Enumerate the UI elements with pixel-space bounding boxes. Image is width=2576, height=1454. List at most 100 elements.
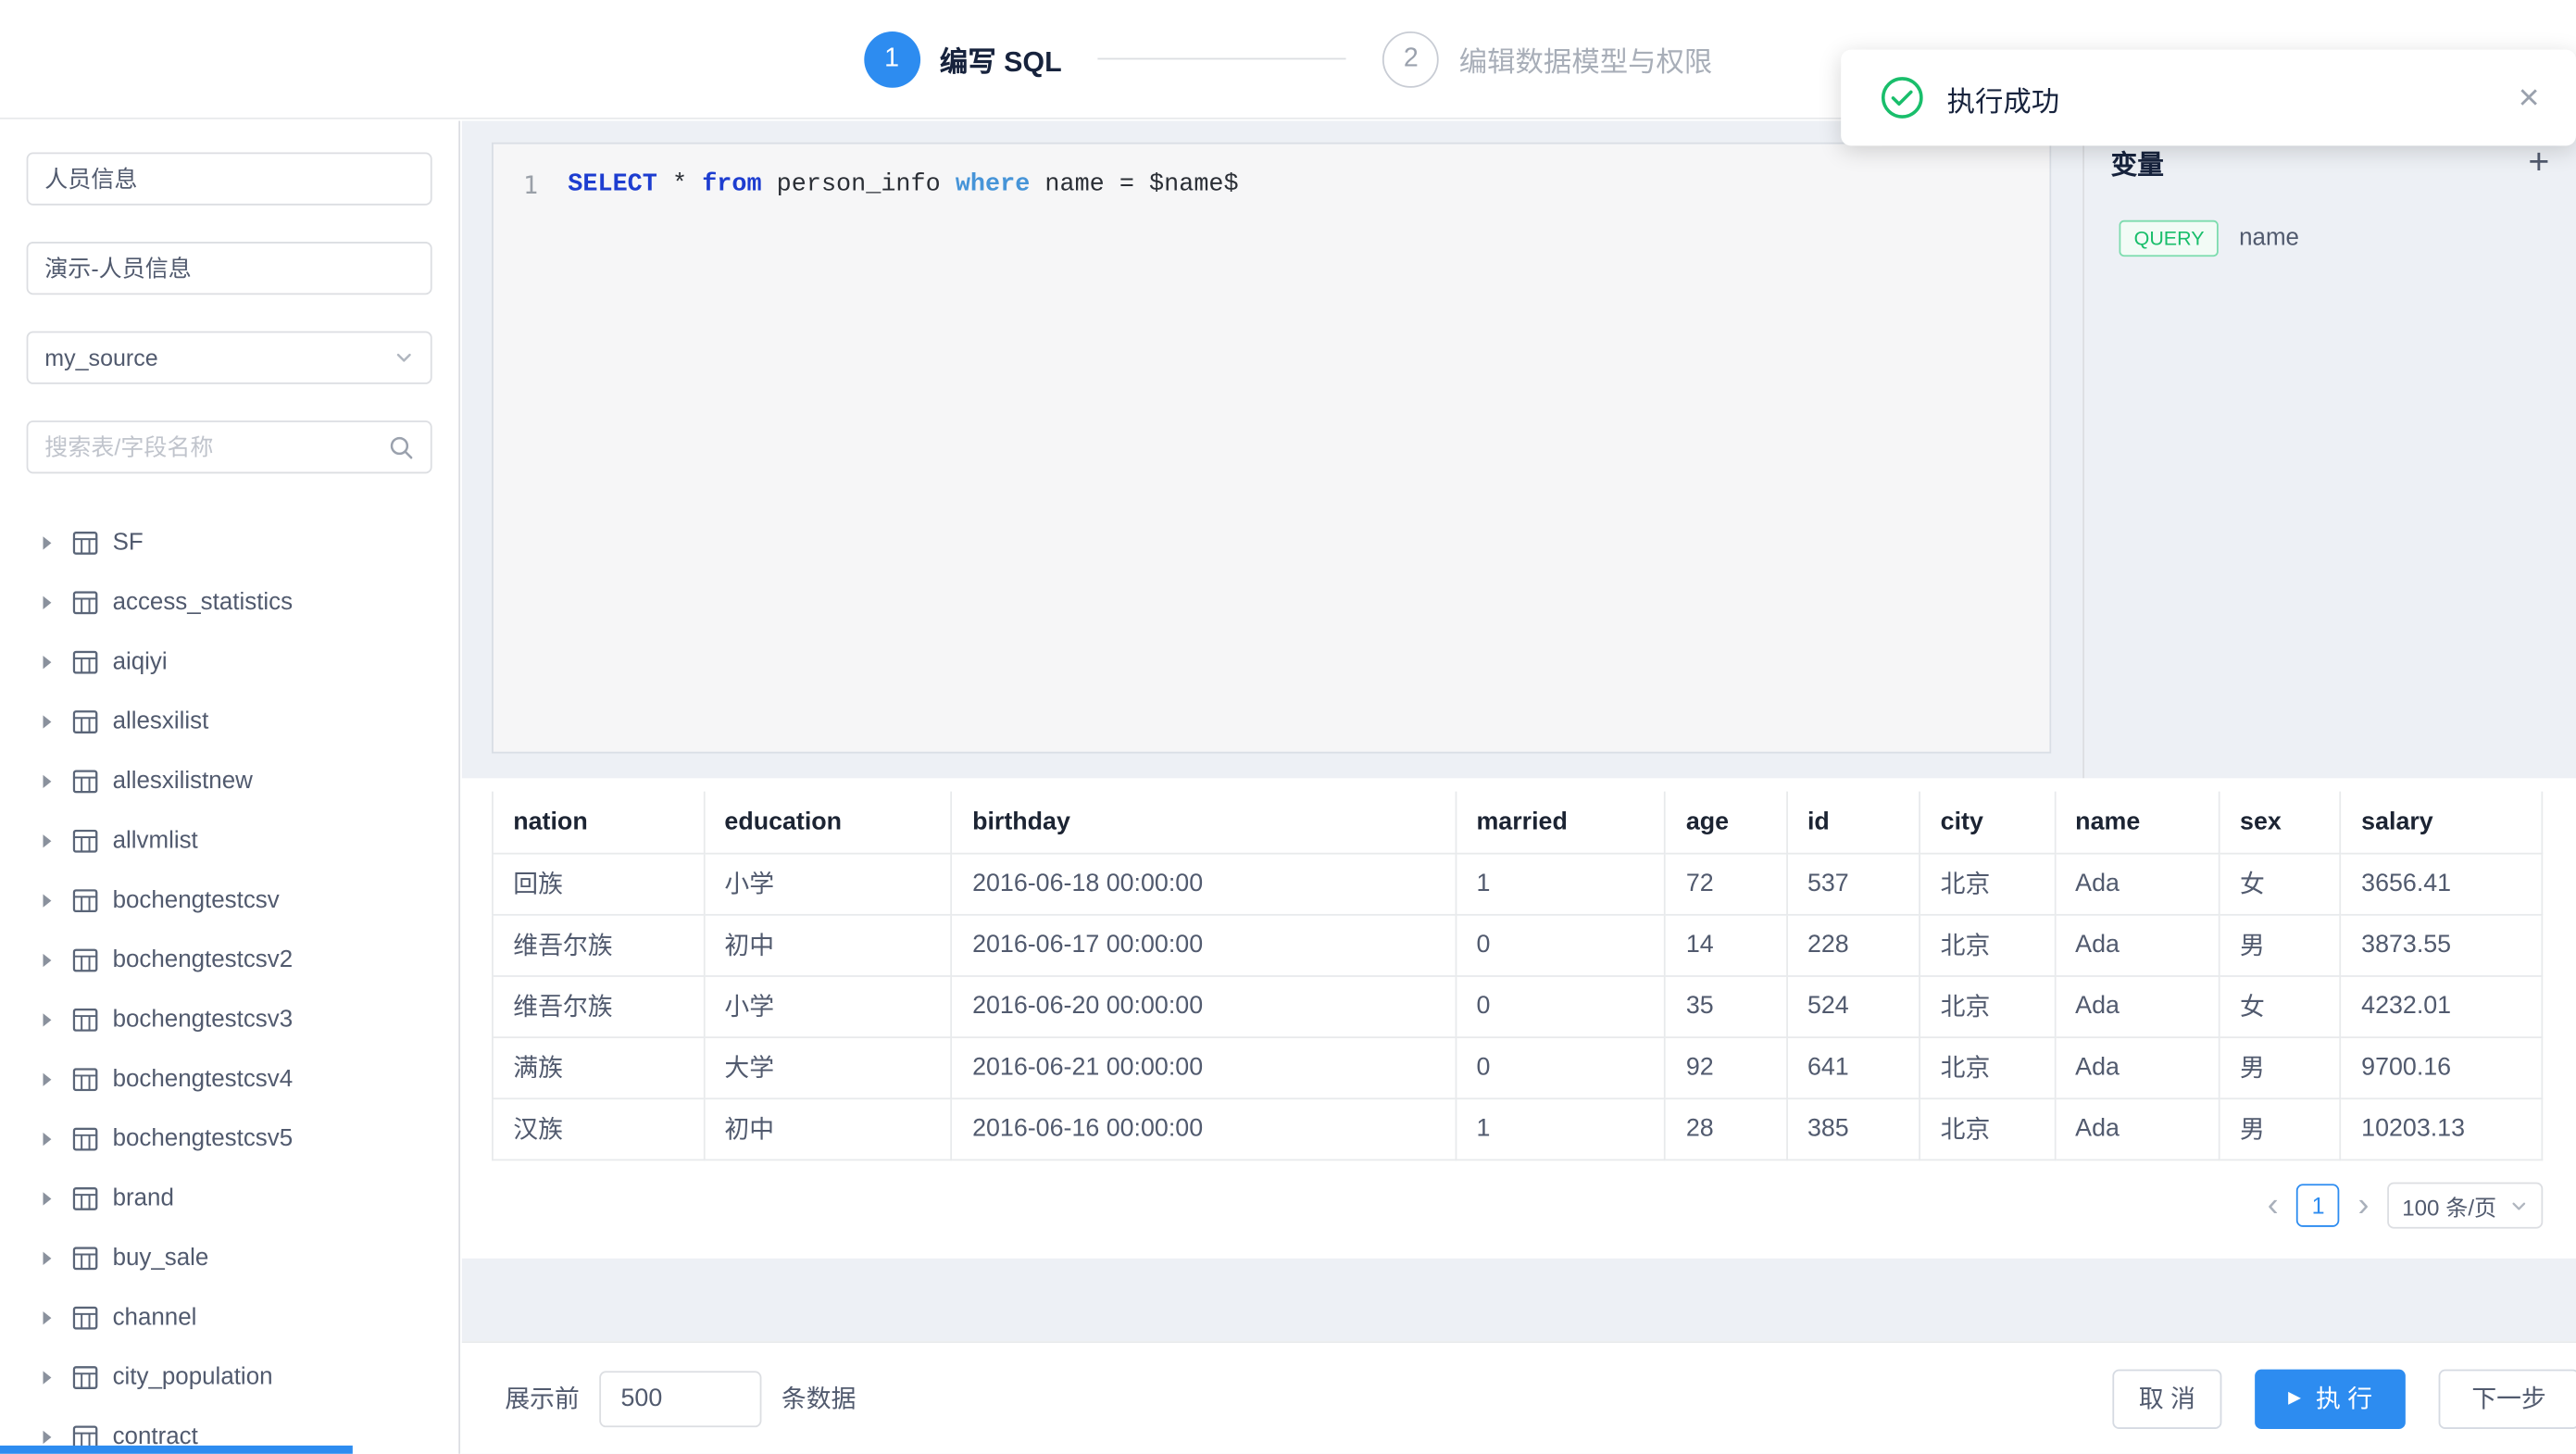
- table-cell: 大学: [704, 1036, 952, 1097]
- row-limit-input[interactable]: 500: [599, 1371, 761, 1427]
- toast-close-icon[interactable]: ×: [2519, 80, 2540, 116]
- pagination-next-icon[interactable]: ›: [2355, 1189, 2372, 1222]
- horizontal-scrollbar[interactable]: [0, 1446, 353, 1454]
- table-cell: 北京: [1919, 1097, 2055, 1159]
- tree-item-bochengtestcsv2[interactable]: bochengtestcsv2: [27, 931, 432, 990]
- toast-message: 执行成功: [1947, 77, 2519, 119]
- caret-right-icon[interactable]: [43, 1192, 51, 1205]
- table-search-placeholder: 搜索表/字段名称: [44, 431, 389, 464]
- table-cell: 2016-06-16 00:00:00: [952, 1097, 1456, 1159]
- table-cell: 1: [1456, 1097, 1665, 1159]
- column-header-education: education: [704, 792, 952, 853]
- tree-item-label: bochengtestcsv3: [113, 1007, 294, 1034]
- step-1-label: 编写 SQL: [940, 38, 1062, 80]
- caret-right-icon[interactable]: [43, 1311, 51, 1324]
- table-icon: [73, 1247, 98, 1270]
- table-cell: Ada: [2055, 975, 2220, 1036]
- table-cell: 初中: [704, 914, 952, 975]
- table-cell: 男: [2220, 1097, 2341, 1159]
- table-cell: 小学: [704, 853, 952, 914]
- sql-editor[interactable]: 1 SELECT * from person_info where name =…: [492, 143, 2051, 754]
- table-cell: 女: [2220, 975, 2341, 1036]
- caret-right-icon[interactable]: [43, 1371, 51, 1384]
- pagination-prev-icon[interactable]: ‹: [2264, 1189, 2282, 1222]
- caret-right-icon[interactable]: [43, 715, 51, 728]
- caret-right-icon[interactable]: [43, 1431, 51, 1444]
- caret-right-icon[interactable]: [43, 1133, 51, 1146]
- sql-token: where: [956, 170, 1030, 198]
- caret-right-icon[interactable]: [43, 1073, 51, 1086]
- table-icon: [73, 948, 98, 971]
- add-variable-icon[interactable]: +: [2528, 144, 2549, 181]
- table-row: 汉族初中2016-06-16 00:00:00128385北京Ada男10203…: [493, 1097, 2542, 1159]
- row-limit-value: 500: [620, 1385, 662, 1412]
- step-1-number: 1: [864, 31, 920, 87]
- run-button-label: 执 行: [2316, 1381, 2372, 1416]
- tree-item-SF[interactable]: SF: [27, 513, 432, 572]
- table-icon: [73, 1307, 98, 1330]
- results-section: nationeducationbirthdaymarriedageidcityn…: [462, 778, 2576, 1258]
- caret-right-icon[interactable]: [43, 536, 51, 549]
- tree-item-bochengtestcsv[interactable]: bochengtestcsv: [27, 871, 432, 930]
- tree-item-allesxilistnew[interactable]: allesxilistnew: [27, 752, 432, 811]
- page-size-value: 100 条/页: [2402, 1189, 2496, 1222]
- step-connector: [1098, 58, 1346, 60]
- caret-right-icon[interactable]: [43, 1252, 51, 1265]
- table-cell: 北京: [1919, 853, 2055, 914]
- tree-item-bochengtestcsv4[interactable]: bochengtestcsv4: [27, 1050, 432, 1109]
- tree-item-label: bochengtestcsv4: [113, 1066, 294, 1093]
- tree-item-access_statistics[interactable]: access_statistics: [27, 573, 432, 633]
- table-cell: 初中: [704, 1097, 952, 1159]
- table-icon: [73, 1187, 98, 1210]
- table-cell: 2016-06-17 00:00:00: [952, 914, 1456, 975]
- table-icon: [73, 1009, 98, 1032]
- table-cell: Ada: [2055, 1097, 2220, 1159]
- variable-item: QUERY name: [2120, 220, 2576, 257]
- table-cell: 女: [2220, 853, 2341, 914]
- table-tree: SF access_statistics aiqiyi allesxilist: [27, 513, 432, 1454]
- caret-right-icon[interactable]: [43, 775, 51, 788]
- table-cell: 14: [1665, 914, 1786, 975]
- tree-item-buy_sale[interactable]: buy_sale: [27, 1229, 432, 1288]
- table-cell: 228: [1787, 914, 1920, 975]
- caret-right-icon[interactable]: [43, 656, 51, 669]
- caret-right-icon[interactable]: [43, 834, 51, 847]
- table-cell: 3656.41: [2341, 853, 2543, 914]
- bottom-action-bar: 展示前 500 条数据 取 消 ▶ 执 行 下一步: [462, 1341, 2576, 1454]
- dataset-name-value: 人员信息: [44, 162, 414, 195]
- tree-item-channel[interactable]: channel: [27, 1288, 432, 1347]
- pagination: ‹ 1 › 100 条/页: [2264, 1183, 2543, 1229]
- tree-item-aiqiyi[interactable]: aiqiyi: [27, 633, 432, 692]
- tree-item-bochengtestcsv5[interactable]: bochengtestcsv5: [27, 1109, 432, 1169]
- tree-item-label: aiqiyi: [113, 649, 168, 676]
- tree-item-label: allesxilist: [113, 708, 209, 735]
- cancel-button[interactable]: 取 消: [2112, 1369, 2221, 1428]
- dataset-name-input[interactable]: 人员信息: [27, 152, 432, 205]
- caret-right-icon[interactable]: [43, 596, 51, 609]
- table-cell: 10203.13: [2341, 1097, 2543, 1159]
- variables-panel: 变量 + QUERY name: [2082, 121, 2576, 779]
- caret-right-icon[interactable]: [43, 894, 51, 907]
- datasource-select[interactable]: my_source: [27, 332, 432, 384]
- dataset-display-name-input[interactable]: 演示-人员信息: [27, 242, 432, 295]
- table-search-input[interactable]: 搜索表/字段名称: [27, 420, 432, 473]
- tree-item-city_population[interactable]: city_population: [27, 1347, 432, 1407]
- next-step-button[interactable]: 下一步: [2439, 1369, 2576, 1428]
- tree-item-allesxilist[interactable]: allesxilist: [27, 692, 432, 751]
- page-size-select[interactable]: 100 条/页: [2387, 1183, 2543, 1229]
- caret-right-icon[interactable]: [43, 1013, 51, 1026]
- limit-suffix-label: 条数据: [782, 1381, 856, 1416]
- table-cell: 汉族: [493, 1097, 704, 1159]
- chevron-down-icon: [2509, 1197, 2528, 1215]
- search-icon: [389, 434, 414, 459]
- caret-right-icon[interactable]: [43, 954, 51, 967]
- run-button[interactable]: ▶ 执 行: [2255, 1369, 2405, 1428]
- table-cell: 2016-06-18 00:00:00: [952, 853, 1456, 914]
- tree-item-allvmlist[interactable]: allvmlist: [27, 811, 432, 871]
- sql-token: SELECT: [568, 170, 657, 198]
- pagination-page-1[interactable]: 1: [2296, 1184, 2339, 1226]
- tree-item-bochengtestcsv3[interactable]: bochengtestcsv3: [27, 990, 432, 1049]
- tree-item-brand[interactable]: brand: [27, 1169, 432, 1228]
- table-cell: 0: [1456, 914, 1665, 975]
- main-area: 1 SELECT * from person_info where name =…: [462, 121, 2576, 1454]
